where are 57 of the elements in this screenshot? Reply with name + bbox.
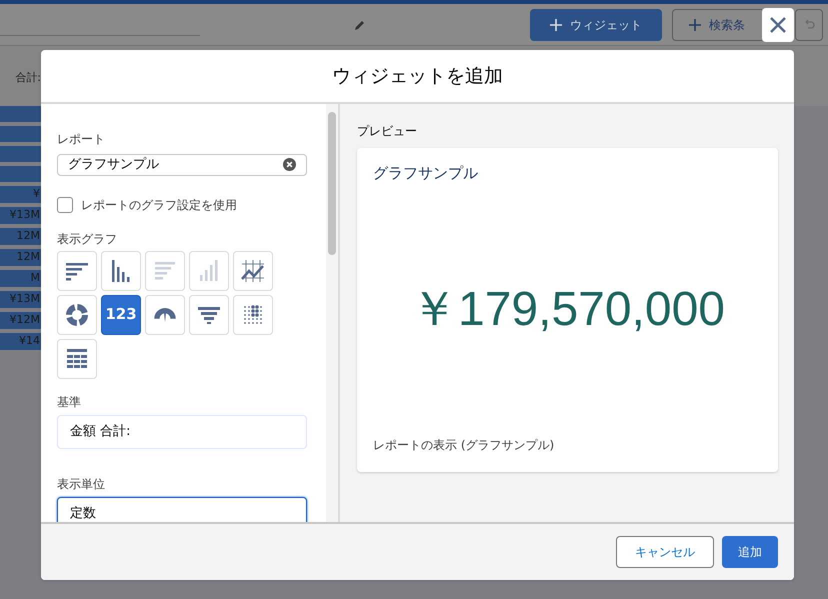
text-field[interactable]: 定数: [57, 496, 307, 522]
card-title: グラフサンプル: [373, 163, 479, 184]
metric-value: ￥179,570,000: [410, 282, 725, 338]
chart-type-button[interactable]: [233, 294, 273, 334]
bar: ¥14: [0, 333, 41, 350]
cancel-button[interactable]: キャンセル: [616, 536, 714, 568]
field-label: 表示単位: [57, 476, 106, 492]
bar: M: [0, 270, 41, 287]
checkbox-label: レポートのグラフ設定を使用: [81, 196, 237, 214]
line-chart-icon: [241, 258, 265, 282]
gauge-chart-icon: [153, 308, 177, 322]
chart-type-button[interactable]: [57, 250, 97, 290]
metric-chart-icon: 123: [105, 307, 137, 322]
checkbox[interactable]: [57, 196, 73, 212]
column-header: 合計:: [15, 70, 41, 86]
bar: ¥13M: [0, 207, 41, 224]
toolbar-button[interactable]: 検索条: [672, 8, 762, 40]
report-field[interactable]: グラフサンプル: [57, 154, 307, 176]
field-value: グラフサンプル: [68, 156, 159, 174]
clear-icon[interactable]: [283, 158, 296, 172]
chart-type-button[interactable]: [189, 294, 229, 334]
report-link[interactable]: レポートの表示 (グラフサンプル): [373, 436, 762, 454]
bar: ¥12M: [0, 312, 41, 329]
bar: [0, 106, 41, 122]
plus-icon: [550, 18, 562, 30]
scatter-chart-icon: [241, 302, 265, 326]
chart-type-button[interactable]: [101, 250, 141, 290]
bar: [0, 126, 41, 142]
table-icon: [65, 346, 89, 370]
chart-type-button[interactable]: [233, 250, 273, 290]
bar: 12M: [0, 249, 41, 266]
field-value: 金額 合計:: [70, 422, 131, 441]
modal-title: ウィジェットを追加: [332, 64, 503, 89]
chart-type-button[interactable]: [145, 294, 185, 334]
donut-chart-icon: [65, 302, 89, 326]
undo-icon: [803, 18, 815, 30]
bar: ¥13M: [0, 291, 41, 308]
text-field[interactable]: 金額 合計:: [57, 414, 307, 448]
close-button[interactable]: [762, 8, 794, 42]
bar: [0, 146, 41, 162]
toolbar-button[interactable]: ウィジェット: [530, 8, 662, 40]
close-icon: [769, 16, 787, 34]
field-label: 表示グラフ: [57, 230, 118, 248]
scrollbar-thumb[interactable]: [328, 112, 336, 255]
preview-label: プレビュー: [357, 123, 418, 140]
bar: ¥: [0, 186, 41, 203]
pencil-icon[interactable]: [354, 18, 366, 30]
chart-type-button[interactable]: [57, 338, 97, 378]
chart-type-button[interactable]: [57, 294, 97, 334]
chart-type-button[interactable]: 123: [101, 294, 141, 334]
field-value: 定数: [70, 504, 96, 522]
field-label: レポート: [57, 131, 106, 148]
plus-icon: [689, 18, 701, 30]
add-button[interactable]: 追加: [722, 536, 778, 568]
bar: [0, 166, 41, 182]
field-label: 基準: [57, 394, 82, 410]
bar: 12M: [0, 228, 41, 245]
